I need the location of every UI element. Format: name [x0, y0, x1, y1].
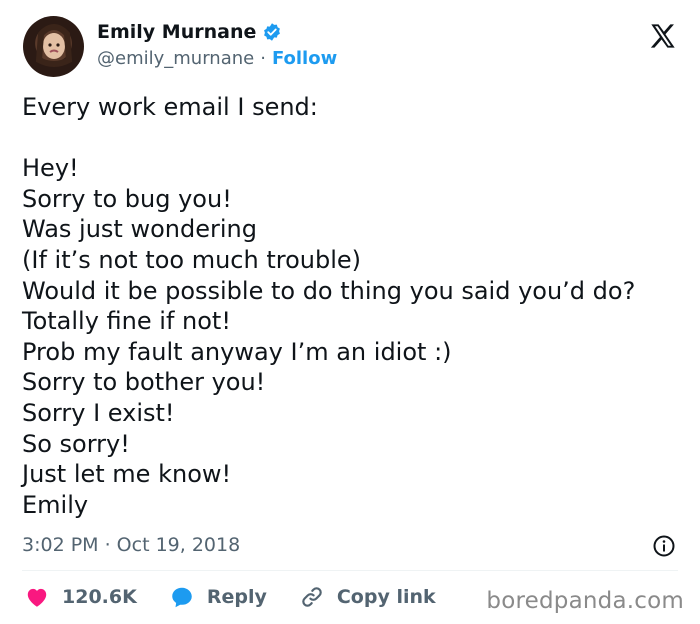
- reply-label: Reply: [206, 586, 267, 608]
- x-logo-icon[interactable]: [649, 22, 677, 50]
- watermark: boredpanda.com: [486, 588, 684, 614]
- tweet-line: Sorry to bother you!: [22, 368, 266, 397]
- tweet-text: Every work email I send: Hey! Sorry to b…: [22, 92, 682, 520]
- heart-icon: [27, 588, 47, 607]
- follow-button[interactable]: Follow: [272, 48, 337, 69]
- tweet-line: Prob my fault anyway I’m an idiot :): [22, 337, 452, 366]
- verified-icon: [264, 23, 281, 41]
- author-handle[interactable]: @emily_murnane: [97, 48, 254, 69]
- tweet-line: Hey!: [22, 154, 79, 183]
- reply-button[interactable]: Reply: [169, 584, 267, 610]
- tweet-line: Just let me know!: [22, 460, 232, 489]
- copy-link-button[interactable]: Copy link: [299, 584, 436, 610]
- divider: [22, 570, 678, 571]
- like-count: 120.6K: [62, 586, 137, 608]
- tweet-line: Was just wondering: [22, 215, 257, 244]
- author-name-row: Emily Murnane: [97, 21, 282, 43]
- avatar[interactable]: [23, 16, 84, 77]
- tweet-line: (If it’s not too much trouble): [22, 245, 361, 274]
- info-icon[interactable]: [652, 534, 676, 558]
- tweet-line: Sorry I exist!: [22, 398, 175, 427]
- separator-dot: ·: [260, 48, 266, 69]
- like-button[interactable]: 120.6K: [24, 584, 137, 610]
- action-bar: 120.6K Reply Copy link: [24, 584, 468, 610]
- copy-link-label: Copy link: [336, 586, 436, 608]
- tweet-line: Totally fine if not!: [22, 307, 231, 336]
- author-name[interactable]: Emily Murnane: [97, 21, 256, 43]
- tweet-line: Sorry to bug you!: [22, 184, 232, 213]
- reply-bubble-icon: [172, 587, 192, 608]
- link-icon: [302, 587, 322, 607]
- tweet-line: So sorry!: [22, 429, 130, 458]
- tweet-line: Every work email I send:: [22, 93, 318, 121]
- tweet-line: Emily: [22, 490, 89, 519]
- tweet-line: Would it be possible to do thing you sai…: [22, 276, 636, 305]
- author-handle-row: @emily_murnane · Follow: [97, 48, 337, 69]
- tweet-timestamp[interactable]: 3:02 PM · Oct 19, 2018: [22, 534, 240, 556]
